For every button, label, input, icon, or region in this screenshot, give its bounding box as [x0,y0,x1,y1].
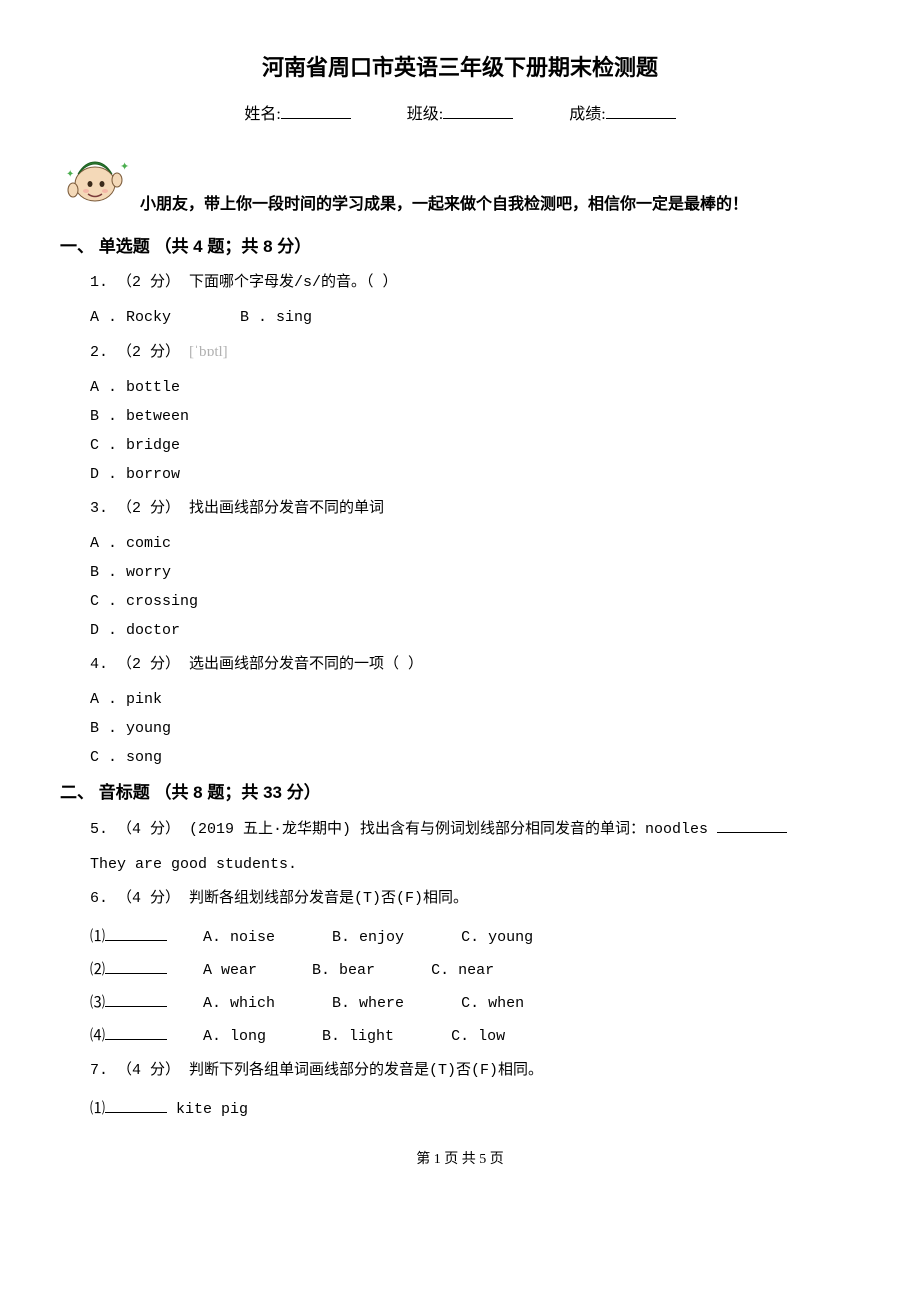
page-footer: 第 1 页 共 5 页 [60,1148,860,1168]
q6-r2-b: B. bear [312,962,422,979]
q6-r1-a: A. noise [203,929,323,946]
q6-r4-a: A. long [203,1028,313,1045]
q4-opt-c[interactable]: C . song [90,749,860,766]
class-blank[interactable] [443,102,513,119]
q2-stem: 2. （2 分） [ˈbɒtl] [90,340,860,365]
q2-opt-d[interactable]: D . borrow [90,466,860,483]
q6-r2-a: A wear [203,962,303,979]
q7-stem: 7. （4 分） 判断下列各组单词画线部分的发音是(T)否(F)相同。 [90,1059,860,1083]
q6-r3-b: B. where [332,995,452,1012]
q6-row4: ⑷ A. long B. light C. low [90,1024,860,1045]
q6-r2-c: C. near [431,962,494,979]
q7-r1-blank[interactable] [105,1097,167,1113]
svg-text:✦: ✦ [120,161,129,173]
q3-opt-c[interactable]: C . crossing [90,593,860,610]
q6-row3: ⑶ A. which B. where C. when [90,991,860,1012]
q1-opt-b[interactable]: B . sing [240,309,312,326]
q2-prefix: 2. （2 分） [90,344,189,361]
intro-row: ✦ ✦ 小朋友，带上你一段时间的学习成果，一起来做个自我检测吧，相信你一定是最棒… [60,142,860,214]
q6-r1-blank[interactable] [105,925,167,941]
q6-r1-num: ⑴ [90,929,105,946]
q1-opt-a[interactable]: A . Rocky [90,309,171,326]
q5-sentence: They are good students. [90,856,860,873]
q5-stem: 5. （4 分） (2019 五上·龙华期中) 找出含有与例词划线部分相同发音的… [90,817,860,842]
svg-text:✦: ✦ [66,169,74,180]
q1-options: A . Rocky B . sing [90,309,860,326]
section-2-heading: 二、 音标题 （共 8 题；共 33 分） [60,778,860,803]
exam-page: 河南省周口市英语三年级下册期末检测题 姓名: 班级: 成绩: ✦ ✦ 小朋友，带… [0,0,920,1198]
q2-opt-a[interactable]: A . bottle [90,379,860,396]
q6-row2: ⑵ A wear B. bear C. near [90,958,860,979]
intro-text: 小朋友，带上你一段时间的学习成果，一起来做个自我检测吧，相信你一定是最棒的！ [140,142,748,214]
q6-r3-num: ⑶ [90,995,105,1012]
q6-r1-b: B. enjoy [332,929,452,946]
q2-opt-b[interactable]: B . between [90,408,860,425]
q7-r1-words: kite pig [176,1101,248,1118]
q5-text: 5. （4 分） (2019 五上·龙华期中) 找出含有与例词划线部分相同发音的… [90,821,717,838]
name-blank[interactable] [281,102,351,119]
student-info-line: 姓名: 班级: 成绩: [60,100,860,124]
q6-r2-num: ⑵ [90,962,105,979]
q7-row1: ⑴ kite pig [90,1097,860,1118]
section-1-heading: 一、 单选题 （共 4 题；共 8 分） [60,232,860,257]
q6-r4-num: ⑷ [90,1028,105,1045]
q6-r2-blank[interactable] [105,958,167,974]
q3-opt-b[interactable]: B . worry [90,564,860,581]
score-label: 成绩: [569,100,605,124]
name-label: 姓名: [244,100,280,124]
q6-r4-c: C. low [451,1028,505,1045]
q7-r1-num: ⑴ [90,1101,105,1118]
score-blank[interactable] [606,102,676,119]
q6-r4-b: B. light [322,1028,442,1045]
q3-stem: 3. （2 分） 找出画线部分发音不同的单词 [90,497,860,521]
q4-stem: 4. （2 分） 选出画线部分发音不同的一项（ ） [90,653,860,677]
q3-opt-a[interactable]: A . comic [90,535,860,552]
q6-r3-c: C. when [461,995,524,1012]
q5-blank[interactable] [717,817,787,833]
q6-r3-a: A. which [203,995,323,1012]
q4-opt-b[interactable]: B . young [90,720,860,737]
q3-opt-d[interactable]: D . doctor [90,622,860,639]
q6-r4-blank[interactable] [105,1024,167,1040]
q6-stem: 6. （4 分） 判断各组划线部分发音是(T)否(F)相同。 [90,887,860,911]
q6-row1: ⑴ A. noise B. enjoy C. young [90,925,860,946]
q6-r1-c: C. young [461,929,533,946]
class-label: 班级: [407,100,443,124]
q6-r3-blank[interactable] [105,991,167,1007]
q1-stem: 1. （2 分） 下面哪个字母发/s/的音。（ ） [90,271,860,295]
mascot-icon: ✦ ✦ [60,142,130,212]
page-title: 河南省周口市英语三年级下册期末检测题 [60,50,860,82]
q2-opt-c[interactable]: C . bridge [90,437,860,454]
q4-opt-a[interactable]: A . pink [90,691,860,708]
q2-phonetic: [ˈbɒtl] [189,344,228,360]
